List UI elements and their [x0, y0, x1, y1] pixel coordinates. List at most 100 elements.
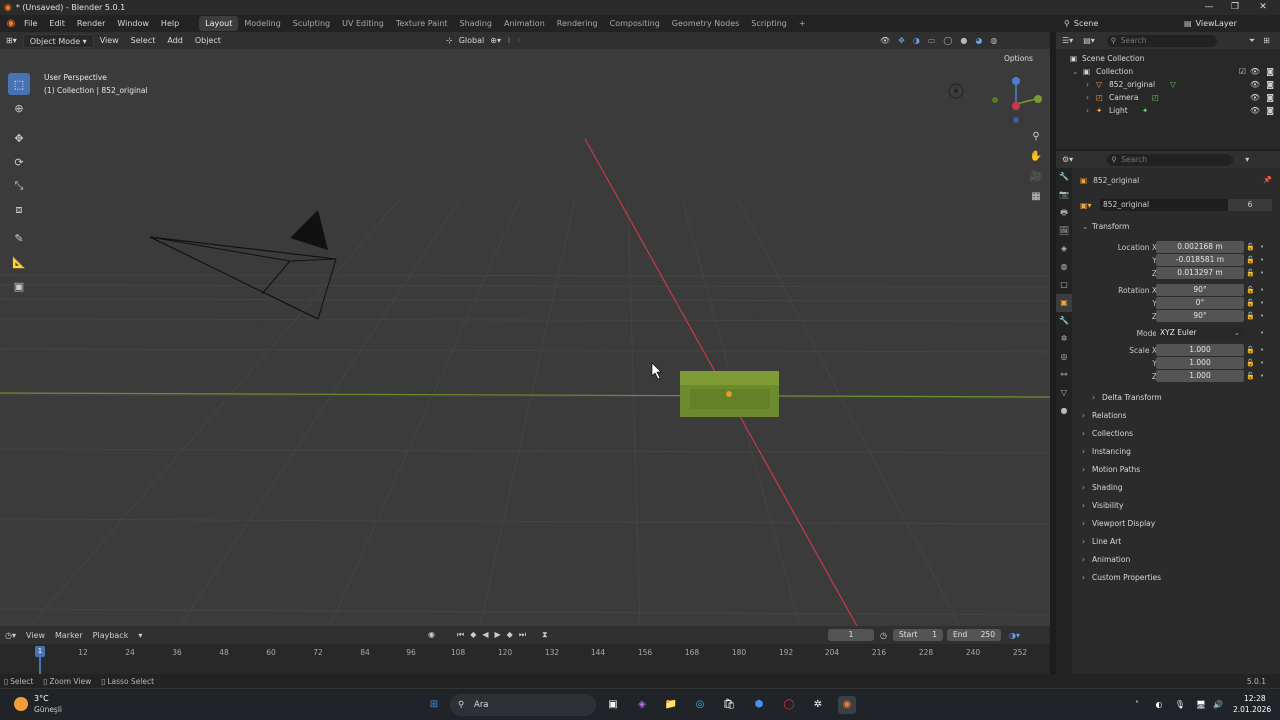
transform-panel-header[interactable]: ⌄ Transform — [1082, 220, 1272, 234]
file-explorer-icon[interactable]: 📁 — [662, 696, 680, 714]
outliner-editor-icon[interactable]: ☰▾ — [1056, 36, 1079, 45]
scale-y-field[interactable]: 1.000 — [1156, 357, 1244, 369]
timeline-overlay-icon[interactable]: ◑▾ — [1009, 631, 1020, 640]
prev-keyframe-icon[interactable]: ◆ — [470, 630, 476, 640]
clock-date[interactable]: 2.01.2026 — [1233, 705, 1271, 714]
physics-tab-icon[interactable]: ◎ — [1056, 348, 1072, 366]
collection-checkbox-icon[interactable]: ☑ — [1239, 65, 1246, 78]
proportional-icon[interactable]: ◦ — [517, 36, 522, 45]
relations-panel-header[interactable]: › Relations — [1082, 409, 1272, 423]
datablock-name[interactable]: 852_original — [1100, 199, 1228, 211]
rotation-z-field[interactable]: 90° — [1156, 310, 1244, 322]
scene-selector[interactable]: Scene — [1074, 15, 1134, 32]
opera-icon[interactable]: ◯ — [780, 696, 798, 714]
weather-icon[interactable] — [14, 697, 28, 711]
timeline-ruler[interactable]: 12 24 36 48 60 72 84 96 108 120 132 144 … — [0, 644, 1050, 674]
keyframe-dot-icon[interactable]: • — [1260, 357, 1264, 370]
network-icon[interactable]: 🖥 — [1192, 696, 1210, 714]
taskbar-search[interactable]: ⚲ Ara — [450, 694, 596, 716]
keyframe-dot-icon[interactable]: • — [1260, 370, 1264, 383]
outliner-row-camera[interactable]: › ◰ Camera ◰ 👁 ◙ — [1056, 91, 1280, 104]
camera-view-icon[interactable]: 🎥 — [1028, 169, 1044, 185]
jump-end-icon[interactable]: ⏭ — [519, 630, 526, 640]
tab-modeling[interactable]: Modeling — [238, 16, 286, 31]
task-view-icon[interactable]: ▣ — [604, 696, 622, 714]
tab-geometry-nodes[interactable]: Geometry Nodes — [666, 16, 745, 31]
weather-temp[interactable]: 3°C — [34, 694, 49, 703]
keyframe-dot-icon[interactable]: • — [1260, 310, 1264, 323]
rotate-tool-icon[interactable]: ⟳ — [8, 151, 30, 173]
menu-object[interactable]: Object — [189, 34, 227, 48]
record-icon[interactable]: ◉ — [428, 630, 435, 640]
expand-chevron-icon[interactable]: › — [1086, 78, 1089, 91]
microphone-icon[interactable]: 🎙 — [1171, 696, 1189, 714]
solid-shading-icon[interactable]: ● — [960, 36, 967, 45]
filter-icon[interactable]: ⏷ — [1249, 36, 1255, 46]
modifier-tab-icon[interactable]: 🔧 — [1056, 312, 1072, 330]
volume-icon[interactable]: 🔊 — [1209, 696, 1227, 714]
wireframe-shading-icon[interactable]: ◯ — [943, 36, 952, 45]
xray-icon[interactable]: ▭ — [928, 36, 936, 45]
object-datablock-field[interactable]: ▣▾ 852_original 6 — [1080, 199, 1272, 211]
perspective-toggle-icon[interactable]: ▦ — [1028, 189, 1044, 205]
outliner-row-light[interactable]: › ✦ Light ✦ 👁 ◙ — [1056, 104, 1280, 117]
play-reverse-icon[interactable]: ◀ — [482, 630, 488, 640]
visibility-icon[interactable]: 👁 — [880, 36, 890, 45]
blender-menu-icon[interactable]: ◉ — [4, 17, 18, 31]
close-button[interactable]: ✕ — [1250, 0, 1276, 15]
end-frame-field[interactable]: End 250 — [946, 629, 1001, 641]
animation-panel-header[interactable]: › Animation — [1082, 553, 1272, 567]
visibility-panel-header[interactable]: › Visibility — [1082, 499, 1272, 513]
collection-eye-icon[interactable]: 👁 — [1250, 65, 1260, 78]
timeline-menu-view[interactable]: View — [21, 631, 50, 640]
zoom-icon[interactable]: ⚲ — [1028, 129, 1044, 145]
minimize-button[interactable]: — — [1196, 0, 1222, 15]
properties-editor-icon[interactable]: ⚙▾ — [1056, 155, 1079, 164]
lock-icon[interactable]: 🔓 — [1246, 284, 1255, 297]
render-tab-icon[interactable]: 📷 — [1056, 186, 1072, 204]
play-icon[interactable]: ▶ — [495, 630, 501, 640]
timeline-editor-icon[interactable]: ◷▾ — [0, 631, 21, 640]
pan-hand-icon[interactable]: ✋ — [1028, 149, 1044, 165]
object-render-icon[interactable]: ◙ — [1266, 104, 1274, 117]
tab-scripting[interactable]: Scripting — [745, 16, 793, 31]
location-x-field[interactable]: 0.002168 m — [1156, 241, 1244, 253]
lock-icon[interactable]: 🔓 — [1246, 241, 1255, 254]
new-collection-icon[interactable]: ⊞ — [1263, 36, 1270, 45]
clock-time[interactable]: 12:28 — [1244, 694, 1266, 703]
3d-viewport[interactable]: User Perspective (1) Collection | 852_or… — [0, 49, 1050, 626]
pin-icon[interactable]: 📌 — [1263, 176, 1272, 184]
object-render-icon[interactable]: ◙ — [1266, 91, 1274, 104]
tab-animation[interactable]: Animation — [498, 16, 551, 31]
menu-window[interactable]: Window — [111, 15, 155, 32]
editor-type-icon[interactable]: ⊞▾ — [0, 34, 23, 48]
tab-compositing[interactable]: Compositing — [604, 16, 666, 31]
playback-dropdown-icon[interactable]: ▾ — [133, 631, 147, 640]
rotation-x-field[interactable]: 90° — [1156, 284, 1244, 296]
move-tool-icon[interactable]: ✥ — [8, 127, 30, 149]
options-button[interactable]: Options — [1004, 54, 1033, 63]
menu-add[interactable]: Add — [161, 34, 189, 48]
object-tab-icon[interactable]: ▣ — [1056, 294, 1072, 312]
collections-panel-header[interactable]: › Collections — [1082, 427, 1272, 441]
lock-icon[interactable]: 🔓 — [1246, 297, 1255, 310]
motion-paths-panel-header[interactable]: › Motion Paths — [1082, 463, 1272, 477]
object-eye-icon[interactable]: 👁 — [1250, 91, 1260, 104]
rendered-shading-icon[interactable]: ◍ — [990, 36, 997, 45]
transform-tool-icon[interactable]: ⧈ — [8, 199, 30, 221]
tray-app-icon[interactable]: ◐ — [1150, 696, 1168, 714]
world-tab-icon[interactable]: ◍ — [1056, 258, 1072, 276]
menu-select[interactable]: Select — [125, 34, 162, 48]
orientation-selector[interactable]: Global — [459, 34, 485, 48]
store-icon[interactable]: 🛍 — [720, 696, 738, 714]
object-eye-icon[interactable]: 👁 — [1250, 104, 1260, 117]
tab-layout[interactable]: Layout — [199, 16, 239, 31]
scale-x-field[interactable]: 1.000 — [1156, 344, 1244, 356]
keyframe-dot-icon[interactable]: • — [1260, 297, 1264, 310]
keying-icon[interactable]: ⧗ — [542, 630, 548, 640]
gizmo-icon[interactable]: ✥ — [898, 36, 905, 45]
menu-view[interactable]: View — [94, 34, 125, 48]
material-shading-icon[interactable]: ◕ — [975, 36, 982, 45]
collection-expand-icon[interactable]: ⌄ — [1072, 65, 1078, 78]
custom-properties-panel-header[interactable]: › Custom Properties — [1082, 571, 1272, 585]
